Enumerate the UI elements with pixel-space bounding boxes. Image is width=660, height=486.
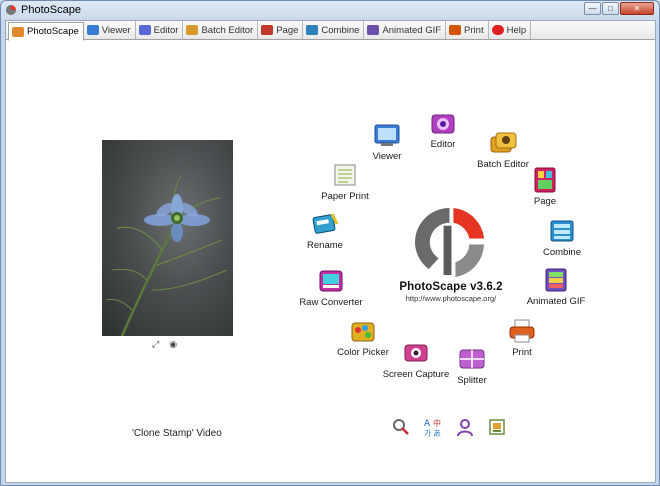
batch-editor-icon [488,129,518,157]
title-bar[interactable]: PhotoScape — □ ✕ [1,1,659,19]
bottom-tools: A中가あ [391,417,507,438]
viewer-icon [86,25,99,35]
splitter-icon [457,345,487,373]
help-icon [491,25,504,35]
print-icon [507,317,537,345]
menu-raw-converter[interactable]: Raw Converter [286,267,376,308]
window-controls: — □ ✕ [583,2,654,15]
tab-label: Viewer [101,24,131,36]
tab-page[interactable]: Page [258,21,304,39]
menu-page[interactable]: Page [500,166,590,207]
tab-combine[interactable]: Combine [303,21,365,39]
animated-gif-icon [367,25,380,35]
flower-image [105,174,228,336]
maximize-button[interactable]: □ [602,2,619,15]
sample-photo[interactable] [102,140,233,336]
user-icon[interactable] [455,417,475,437]
menu-label: Screen Capture [382,369,450,380]
fullscreen-icon[interactable]: ⤢ [152,339,159,350]
window-title: PhotoScape [21,4,81,16]
close-button[interactable]: ✕ [620,2,654,15]
menu-label: Rename [307,240,343,251]
editor-icon [428,109,458,137]
tab-batch-editor[interactable]: Batch Editor [183,21,259,39]
menu-label: Page [533,196,557,207]
svg-text:가: 가 [424,429,432,437]
menu-label: Animated GIF [526,296,586,307]
tab-label: Page [276,24,299,36]
tab-label: Animated GIF [382,24,442,36]
minimize-button[interactable]: — [584,2,601,15]
settings-icon[interactable] [391,417,411,437]
tab-photoscape[interactable]: PhotoScape [8,22,84,41]
svg-text:あ: あ [433,429,441,437]
combine-icon [547,217,577,245]
photo-frame-icon[interactable] [487,417,507,437]
menu-batch-editor[interactable]: Batch Editor [458,129,548,170]
rename-icon [310,210,340,238]
tab-bar: PhotoScape Viewer Editor Batch Editor Pa… [6,21,655,41]
tab-animated-gif[interactable]: Animated GIF [364,21,447,39]
view-icon[interactable]: ◉ [169,339,177,350]
tab-viewer[interactable]: Viewer [84,21,136,39]
menu-animated-gif[interactable]: Animated GIF [511,266,601,307]
photo-controls: ⤢ ◉ [152,339,177,350]
photoscape-icon [12,26,24,37]
app-window: PhotoScape — □ ✕ PhotoScape Viewer Edito… [0,0,660,486]
menu-combine[interactable]: Combine [517,217,607,258]
photoscape-logo-icon [414,207,485,278]
menu-label: Raw Converter [299,297,363,308]
combine-icon [306,25,319,35]
page-icon [261,25,274,35]
brand-block: PhotoScape v3.6.2 http://www.photoscape.… [386,281,516,303]
svg-text:中: 中 [433,418,441,428]
svg-text:A: A [424,419,431,429]
menu-color-picker[interactable]: Color Picker [318,317,408,358]
tab-help[interactable]: Help [489,21,532,39]
tab-label: Editor [153,24,179,36]
tab-label: Combine [321,24,360,36]
editor-icon [138,25,151,35]
menu-label: Color Picker [337,347,389,358]
language-icon[interactable]: A中가あ [423,417,443,438]
clone-stamp-video-link[interactable]: 'Clone Stamp' Video [132,428,222,439]
photoscape-logo-icon [6,5,16,15]
tab-label: PhotoScape [27,26,79,37]
menu-rename[interactable]: Rename [280,210,370,251]
tab-print[interactable]: Print [446,21,489,39]
color-picker-icon [348,317,378,345]
tab-label: Help [506,24,527,36]
menu-paper-print[interactable]: Paper Print [300,161,390,202]
raw-converter-icon [316,267,346,295]
tab-editor[interactable]: Editor [136,21,184,39]
animated-gif-icon [541,266,571,294]
menu-label: Paper Print [321,191,369,202]
print-icon [449,25,462,35]
app-version: PhotoScape v3.6.2 [399,281,503,293]
page-icon [530,166,560,194]
menu-label: Combine [542,247,582,258]
main-content: PhotoScape Viewer Editor Batch Editor Pa… [5,20,656,483]
paper-print-icon [330,161,360,189]
batch-editor-icon [186,25,199,35]
website-link[interactable]: http://www.photoscape.org/ [386,294,516,303]
tab-label: Print [464,24,484,36]
tab-label: Batch Editor [201,24,254,36]
